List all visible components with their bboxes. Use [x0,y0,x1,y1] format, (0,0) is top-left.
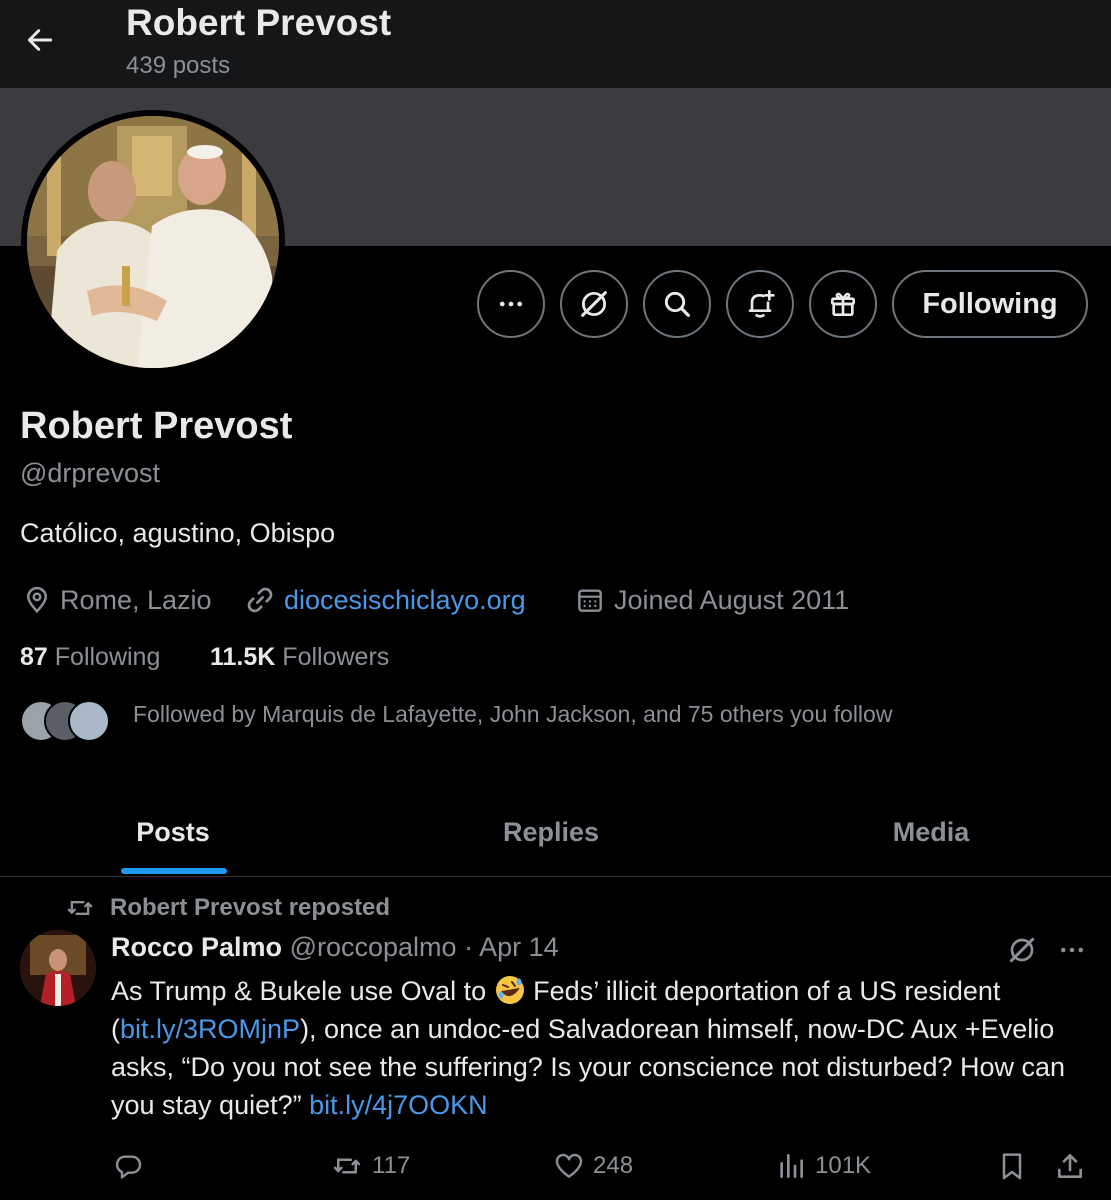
post-date[interactable]: Apr 14 [479,932,559,962]
link-icon [247,587,273,613]
gift-icon [831,292,855,316]
more-options-button[interactable] [477,270,545,338]
following-label: Following [54,643,161,671]
profile-website[interactable]: diocesischiclayo.org [244,582,526,618]
follower-avatar [68,700,110,742]
profile-handle: @drprevost [20,458,160,488]
bell-plus-icon [748,290,775,318]
followers-count: 11.5K [210,643,276,671]
post-grok-button[interactable] [1000,930,1044,970]
followed-by-text[interactable]: Followed by Marquis de Lafayette, John J… [133,701,892,728]
views-count: 101K [815,1152,872,1179]
profile-bio: Católico, agustino, Obispo [20,518,336,548]
search-profile-button[interactable] [643,270,711,338]
repost-icon [333,1158,361,1174]
notifications-button[interactable] [726,270,794,338]
more-horizontal-icon [1061,947,1083,953]
repost-button[interactable]: 117 [330,1148,410,1184]
share-upload-icon [1058,1154,1082,1178]
post-text: As Trump & Bukele use Oval to Feds’ illi… [111,972,1096,1124]
followers-label: Followers [282,643,390,671]
post-text-part: As Trump & Bukele use Oval to [111,976,494,1006]
like-count: 248 [593,1152,634,1179]
website-link[interactable]: diocesischiclayo.org [284,585,526,616]
profile-avatar[interactable] [21,110,285,374]
following-count-link[interactable]: 87 Following [20,643,160,672]
divider [0,876,1111,877]
location-text: Rome, Lazio [60,584,212,615]
following-count: 87 [20,643,48,671]
reply-button[interactable] [112,1148,152,1184]
arrow-left-icon [27,29,53,51]
reply-icon [115,1155,142,1179]
post-author-name[interactable]: Rocco Palmo [111,932,282,962]
header-post-count: 439 posts [126,52,231,79]
repost-indicator[interactable]: Robert Prevost reposted [64,893,390,923]
header-title: Robert Prevost [126,2,392,43]
subscribe-button[interactable] [809,270,877,338]
following-button[interactable]: Following [892,270,1088,338]
joined-text: Joined August 2011 [614,584,850,615]
post-link[interactable]: bit.ly/4j7OOKN [309,1090,488,1120]
repost-icon [67,901,93,915]
share-button[interactable] [1054,1148,1094,1184]
grok-button[interactable] [560,270,628,338]
tab-posts[interactable]: Posts [0,790,346,874]
grok-icon [1009,937,1035,963]
active-tab-indicator [121,868,227,874]
rolling-on-floor-laughing-emoji [495,976,524,1004]
followed-by-avatars[interactable] [20,700,112,746]
bookmark-icon [1002,1153,1022,1180]
post-separator: · [464,932,474,962]
repost-count: 117 [372,1152,411,1179]
post-author-handle[interactable]: @roccopalmo [290,932,457,962]
views-button[interactable]: 101K [775,1148,871,1184]
post-more-button[interactable] [1050,930,1094,970]
grok-icon [581,291,607,317]
like-button[interactable]: 248 [553,1148,633,1184]
views-bar-chart-icon [780,1154,803,1178]
more-horizontal-icon [499,301,523,307]
followers-count-link[interactable]: 11.5K Followers [210,643,389,672]
tab-replies[interactable]: Replies [366,790,736,874]
heart-icon [555,1153,583,1178]
calendar-icon [578,589,602,612]
back-button[interactable] [18,18,62,62]
post-link[interactable]: bit.ly/3ROMjnP [120,1014,300,1044]
repost-text: Robert Prevost reposted [110,894,391,921]
profile-name: Robert Prevost [20,405,293,447]
avatar-photo [27,116,279,368]
location-pin-icon [26,586,48,614]
post-header: Rocco Palmo @roccopalmo · Apr 14 [111,932,559,963]
tab-media[interactable]: Media [746,790,1111,874]
post-author-avatar[interactable] [20,930,96,1006]
profile-location: Rome, Lazio [22,582,212,618]
author-photo [20,930,96,1006]
bookmark-button[interactable] [996,1148,1036,1184]
profile-joined: Joined August 2011 [574,582,849,618]
search-icon [664,291,690,317]
